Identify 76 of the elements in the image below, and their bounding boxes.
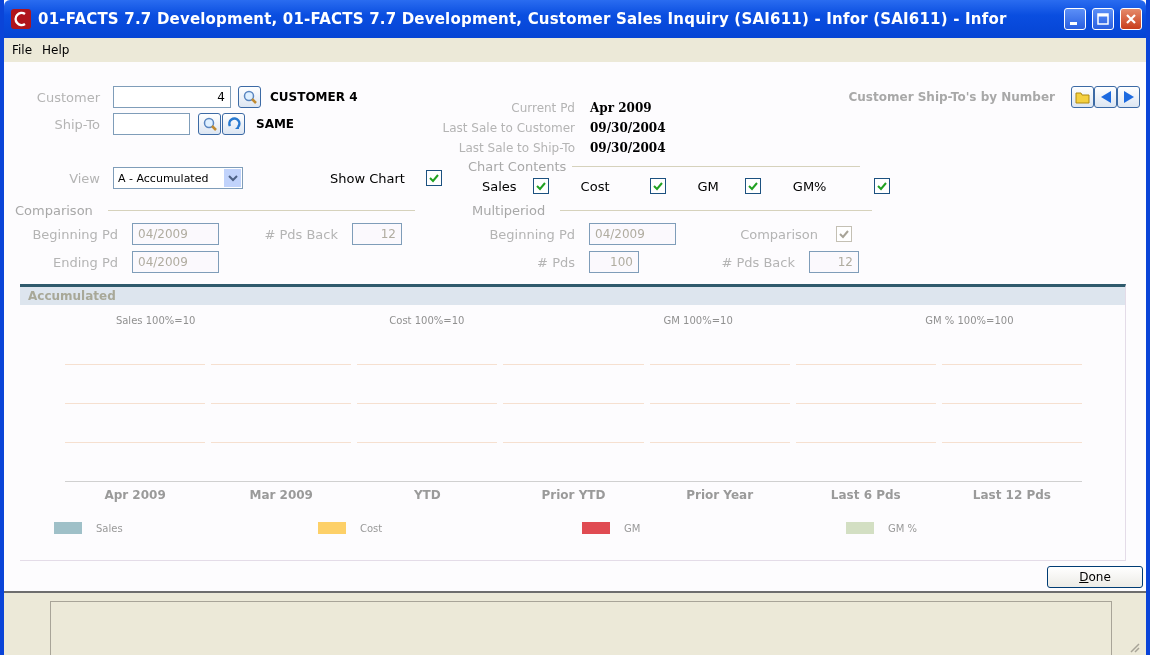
close-button[interactable]	[1120, 8, 1142, 30]
close-icon	[1125, 13, 1137, 25]
field-label: View	[68, 170, 100, 186]
chart-content-label: GM%	[792, 178, 827, 194]
maximize-button[interactable]	[1092, 8, 1114, 30]
magnifier-icon	[202, 117, 217, 131]
checkbox[interactable]	[532, 178, 549, 194]
show-chart-label: Show Chart	[330, 170, 405, 186]
done-button[interactable]: Done	[1047, 566, 1143, 588]
lookup-title: Customer Ship-To's by Number	[848, 90, 1055, 104]
folder-button[interactable]	[1071, 86, 1094, 108]
view-dropdown[interactable]: A - Accumulated	[113, 167, 243, 189]
legend-label: Sales	[96, 522, 123, 534]
chart-subtitle: Cost 100%=10	[389, 315, 465, 326]
field-label: # Pds Back	[263, 226, 338, 242]
section-title: Chart Contents	[468, 158, 567, 174]
checkbox[interactable]	[425, 170, 442, 186]
minimize-icon	[1070, 21, 1077, 25]
field-label: Comparison	[739, 226, 818, 242]
legend-label: GM %	[888, 522, 918, 534]
field-label: Beginning Pd	[31, 226, 118, 242]
legend-label: GM	[624, 522, 641, 534]
info-label: Last Sale to Customer	[441, 121, 575, 135]
chart-content-label: Sales	[482, 178, 517, 194]
field-label: Ending Pd	[51, 254, 118, 270]
panel-title: Accumulated	[28, 289, 116, 303]
menu-item[interactable]: Help	[42, 43, 70, 57]
chevron-down-icon	[227, 174, 238, 182]
next-button[interactable]	[1117, 86, 1140, 108]
refresh-icon	[226, 117, 241, 131]
folder-icon	[1074, 90, 1091, 104]
chart-subtitle: GM % 100%=100	[925, 315, 1014, 326]
previous-button[interactable]	[1094, 86, 1117, 108]
menu-item[interactable]: File	[12, 43, 33, 57]
resize-grip-icon[interactable]	[1130, 643, 1140, 653]
checkbox[interactable]	[649, 178, 666, 194]
app-icon	[10, 8, 32, 30]
category-label: Prior Year	[686, 488, 754, 502]
info-label: Current Pd	[510, 101, 575, 115]
maximize-icon	[1097, 13, 1109, 25]
minimize-button[interactable]	[1064, 8, 1086, 30]
customer-name: CUSTOMER 4	[270, 90, 358, 104]
category-label: Last 6 Pds	[830, 488, 901, 502]
search-button[interactable]	[198, 113, 221, 135]
category-label: Mar 2009	[249, 488, 313, 502]
ship-to-field[interactable]	[113, 113, 190, 135]
field-label: # Pds	[536, 254, 575, 270]
magnifier-icon	[242, 90, 257, 104]
window-title: 01-FACTS 7.7 Development, 01-FACTS 7.7 Development, Customer Sales Inquiry (SAI611) - Infor (SAI611) - Infor	[38, 10, 1008, 28]
checkbox[interactable]	[874, 178, 891, 194]
field-label: Customer	[35, 89, 100, 105]
checkbox[interactable]	[744, 178, 761, 194]
chart-content-label: Cost	[580, 178, 610, 194]
field-label: # Pds Back	[720, 254, 795, 270]
info-value: 09/30/2004	[590, 141, 666, 155]
category-label: Prior YTD	[541, 488, 606, 502]
field-label: Beginning Pd	[488, 226, 575, 242]
right-triangle-icon	[1122, 90, 1135, 104]
refresh-button[interactable]	[222, 113, 245, 135]
chart-subtitle: Sales 100%=10	[115, 315, 196, 326]
info-value: Apr 2009	[590, 101, 652, 115]
info-label: Last Sale to Ship-To	[457, 141, 575, 155]
customer-field[interactable]: 4	[113, 86, 231, 108]
search-button[interactable]	[238, 86, 261, 108]
chart-subtitle: GM 100%=10	[663, 315, 733, 326]
left-triangle-icon	[1099, 90, 1112, 104]
section-title: Multiperiod	[472, 202, 546, 218]
category-label: YTD	[413, 488, 441, 502]
section-title: Comparison	[15, 202, 93, 218]
chart-content-label: GM	[697, 178, 719, 194]
ship-to-name: SAME	[256, 117, 295, 131]
field-label: Ship-To	[53, 116, 100, 132]
category-label: Apr 2009	[104, 488, 166, 502]
info-value: 09/30/2004	[590, 121, 666, 135]
legend-label: Cost	[360, 522, 383, 534]
category-label: Last 12 Pds	[972, 488, 1051, 502]
